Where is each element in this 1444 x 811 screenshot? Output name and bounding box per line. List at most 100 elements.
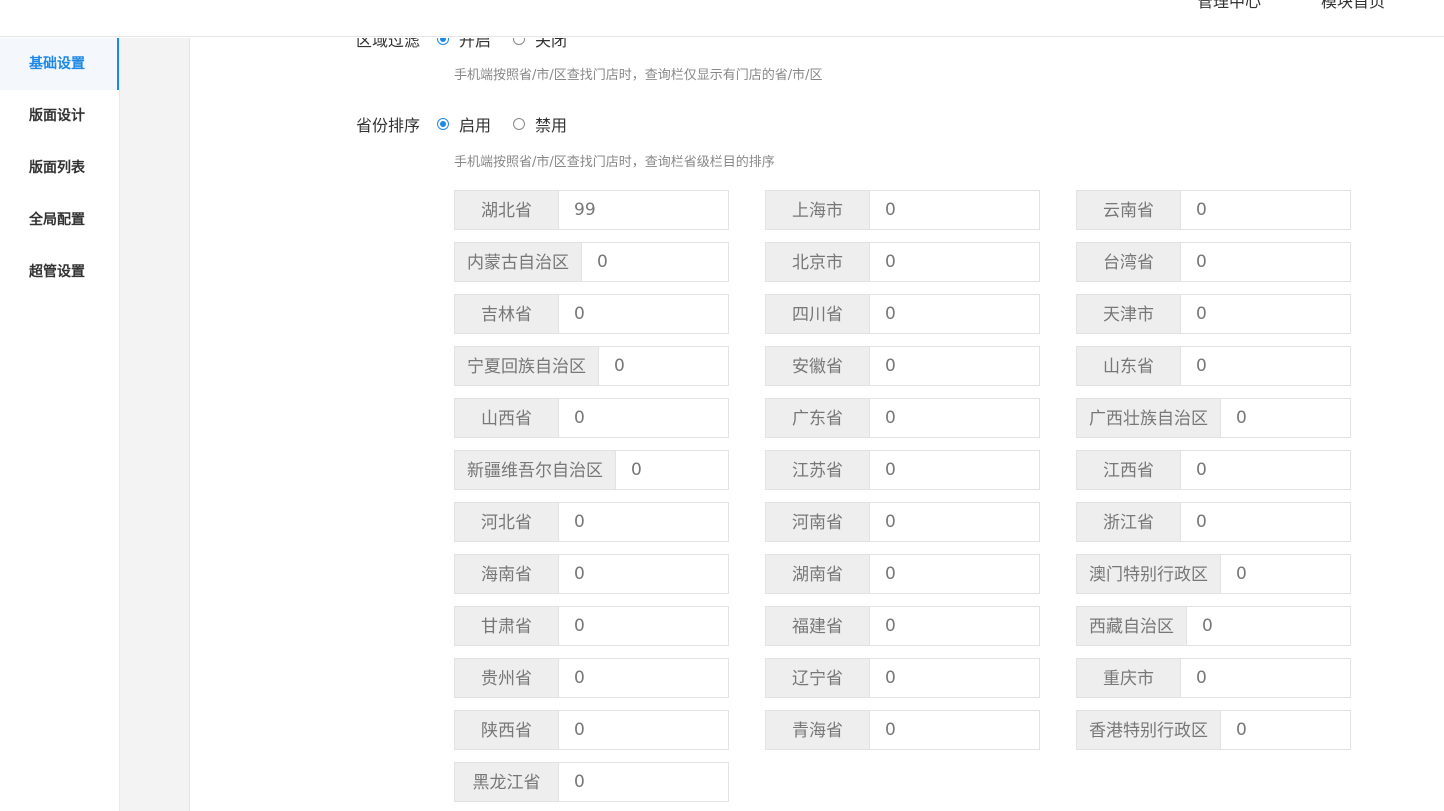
province-name: 黑龙江省 xyxy=(454,762,558,802)
radio-unchecked-icon[interactable] xyxy=(513,118,526,130)
province-order-input[interactable]: 0 xyxy=(558,294,729,334)
province-order-input[interactable]: 0 xyxy=(558,658,729,698)
province-order-input[interactable]: 0 xyxy=(558,398,729,438)
area-filter-option-on[interactable]: 开启 xyxy=(437,38,491,51)
radio-label: 启用 xyxy=(459,116,492,135)
province-order-input[interactable]: 0 xyxy=(558,710,729,750)
province-field: 江西省 0 xyxy=(1076,450,1351,490)
province-field: 江苏省 0 xyxy=(765,450,1040,490)
radio-checked-icon[interactable] xyxy=(437,38,449,45)
province-order-input[interactable]: 99 xyxy=(558,190,729,230)
province-name: 北京市 xyxy=(765,242,869,282)
sidebar-item-layout-design[interactable]: 版面设计 xyxy=(0,90,119,142)
province-field: 浙江省 0 xyxy=(1076,502,1351,542)
province-order-input[interactable]: 0 xyxy=(558,606,729,646)
province-order-input[interactable]: 0 xyxy=(869,346,1040,386)
province-name: 四川省 xyxy=(765,294,869,334)
province-order-input[interactable]: 0 xyxy=(869,710,1040,750)
province-sort-option-disable[interactable]: 禁用 xyxy=(513,112,567,136)
province-name: 安徽省 xyxy=(765,346,869,386)
province-sort-label: 省份排序 xyxy=(355,116,420,135)
province-field: 吉林省 0 xyxy=(454,294,729,334)
province-order-input[interactable]: 0 xyxy=(615,450,729,490)
province-name: 宁夏回族自治区 xyxy=(454,346,598,386)
sidebar-item-layout-list[interactable]: 版面列表 xyxy=(0,142,119,194)
main-content: 区域过滤 开启 关闭 手机端按照省/市/区查找门店时，查询栏仅显示有门店的省/市… xyxy=(191,38,1444,811)
province-field: 香港特别行政区 0 xyxy=(1076,710,1351,750)
province-field: 河南省 0 xyxy=(765,502,1040,542)
radio-label: 禁用 xyxy=(535,116,568,135)
province-order-input[interactable]: 0 xyxy=(598,346,729,386)
province-field: 广西壮族自治区 0 xyxy=(1076,398,1351,438)
province-name: 浙江省 xyxy=(1076,502,1180,542)
province-field: 贵州省 0 xyxy=(454,658,729,698)
sidebar-item-global-config[interactable]: 全局配置 xyxy=(0,194,119,246)
province-field: 海南省 0 xyxy=(454,554,729,594)
province-field: 福建省 0 xyxy=(765,606,1040,646)
province-name: 江西省 xyxy=(1076,450,1180,490)
province-field: 新疆维吾尔自治区 0 xyxy=(454,450,729,490)
area-filter-label: 区域过滤 xyxy=(355,38,420,50)
radio-checked-icon[interactable] xyxy=(437,118,449,130)
province-field: 内蒙古自治区 0 xyxy=(454,242,729,282)
province-field: 天津市 0 xyxy=(1076,294,1351,334)
province-order-input[interactable]: 0 xyxy=(869,294,1040,334)
radio-unchecked-icon[interactable] xyxy=(513,38,526,45)
province-order-input[interactable]: 0 xyxy=(1186,606,1351,646)
province-order-input[interactable]: 0 xyxy=(1180,242,1351,282)
province-order-input[interactable]: 0 xyxy=(1180,658,1351,698)
province-field: 青海省 0 xyxy=(765,710,1040,750)
province-order-input[interactable]: 0 xyxy=(869,658,1040,698)
province-order-input[interactable]: 0 xyxy=(869,502,1040,542)
province-order-input[interactable]: 0 xyxy=(581,242,729,282)
sidebar: 基础设置 版面设计 版面列表 全局配置 超管设置 xyxy=(0,38,120,811)
province-order-input[interactable]: 0 xyxy=(869,450,1040,490)
province-order-input[interactable]: 0 xyxy=(869,398,1040,438)
province-order-input[interactable]: 0 xyxy=(558,554,729,594)
province-name: 山东省 xyxy=(1076,346,1180,386)
province-order-input[interactable]: 0 xyxy=(1220,398,1351,438)
province-order-input[interactable]: 0 xyxy=(558,502,729,542)
area-filter-option-off[interactable]: 关闭 xyxy=(513,38,567,51)
province-name: 辽宁省 xyxy=(765,658,869,698)
province-field: 河北省 0 xyxy=(454,502,729,542)
province-field: 重庆市 0 xyxy=(1076,658,1351,698)
province-name: 新疆维吾尔自治区 xyxy=(454,450,615,490)
sidebar-item-super-admin[interactable]: 超管设置 xyxy=(0,246,119,298)
province-name: 江苏省 xyxy=(765,450,869,490)
province-sort-option-enable[interactable]: 启用 xyxy=(437,112,491,136)
nav-module-home[interactable]: 模块首页 xyxy=(1321,0,1385,12)
province-field: 安徽省 0 xyxy=(765,346,1040,386)
province-name: 内蒙古自治区 xyxy=(454,242,581,282)
province-order-input[interactable]: 0 xyxy=(1180,294,1351,334)
province-field: 北京市 0 xyxy=(765,242,1040,282)
province-field: 西藏自治区 0 xyxy=(1076,606,1351,646)
province-field: 黑龙江省 0 xyxy=(454,762,729,802)
province-order-input[interactable]: 0 xyxy=(1220,710,1351,750)
province-field: 山西省 0 xyxy=(454,398,729,438)
nav-admin-center[interactable]: 管理中心 xyxy=(1197,0,1261,12)
province-order-input[interactable]: 0 xyxy=(869,190,1040,230)
province-order-input[interactable]: 0 xyxy=(1180,346,1351,386)
province-order-input[interactable]: 0 xyxy=(1220,554,1351,594)
province-order-input[interactable]: 0 xyxy=(558,762,729,802)
top-bar: 管理中心 模块首页 xyxy=(0,0,1444,37)
province-name: 甘肃省 xyxy=(454,606,558,646)
sidebar-item-basic-settings[interactable]: 基础设置 xyxy=(0,38,119,90)
province-name: 贵州省 xyxy=(454,658,558,698)
province-order-input[interactable]: 0 xyxy=(1180,502,1351,542)
radio-label: 开启 xyxy=(459,38,492,50)
province-sort-row: 省份排序 启用 禁用 xyxy=(191,113,589,135)
province-name: 香港特别行政区 xyxy=(1076,710,1220,750)
province-order-input[interactable]: 0 xyxy=(869,242,1040,282)
content-gutter xyxy=(120,38,190,811)
province-field: 山东省 0 xyxy=(1076,346,1351,386)
province-order-input[interactable]: 0 xyxy=(869,606,1040,646)
province-order-input[interactable]: 0 xyxy=(869,554,1040,594)
province-order-input[interactable]: 0 xyxy=(1180,450,1351,490)
province-name: 青海省 xyxy=(765,710,869,750)
province-name: 西藏自治区 xyxy=(1076,606,1186,646)
province-name: 广东省 xyxy=(765,398,869,438)
province-order-input[interactable]: 0 xyxy=(1180,190,1351,230)
province-field: 湖南省 0 xyxy=(765,554,1040,594)
